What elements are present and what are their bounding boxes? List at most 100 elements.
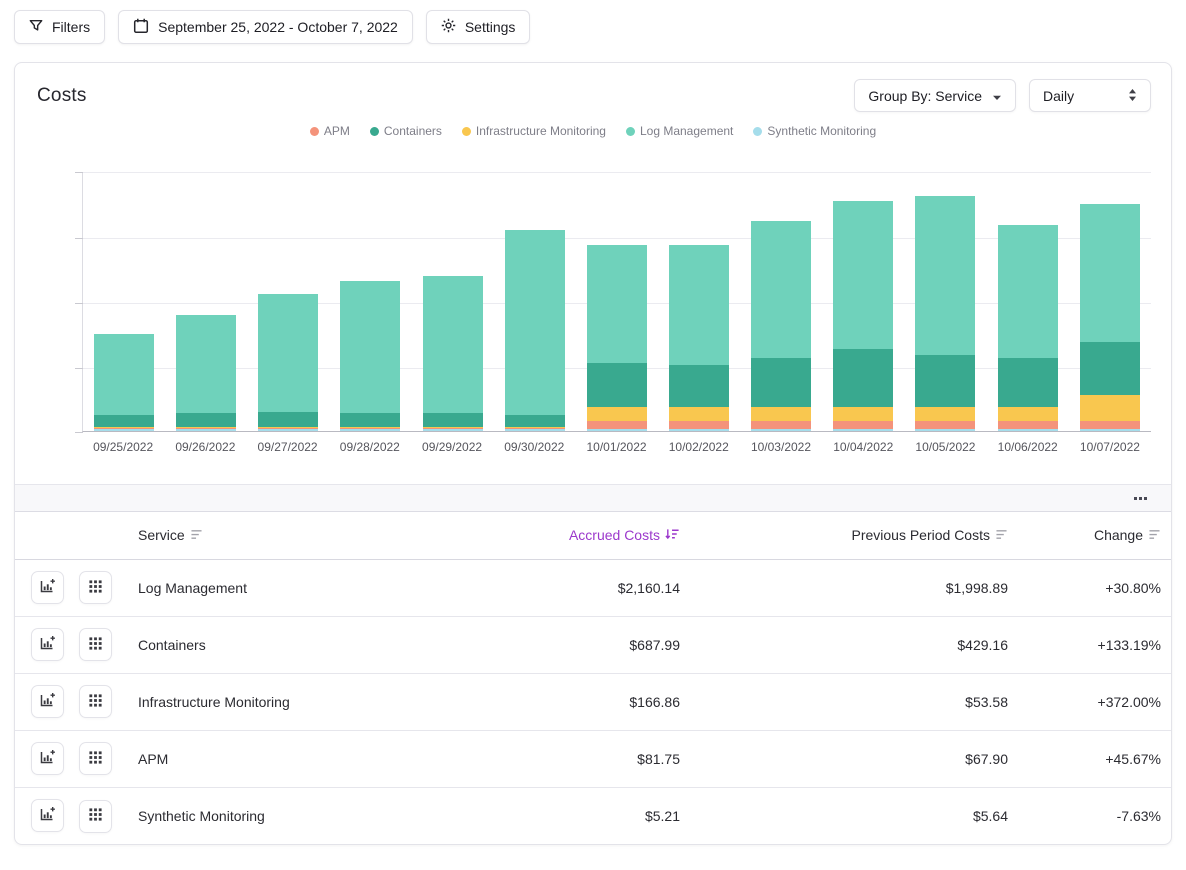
bar-segment[interactable] (751, 358, 811, 407)
export-to-dashboard-button[interactable] (31, 742, 64, 775)
bar-segment[interactable] (587, 407, 647, 421)
bar-segment[interactable] (1080, 429, 1140, 431)
bar-segment[interactable] (423, 429, 483, 431)
bar-segment[interactable] (1080, 395, 1140, 421)
stacked-bar[interactable] (833, 201, 893, 431)
bar-segment[interactable] (915, 355, 975, 407)
breakdown-grid-button[interactable] (79, 742, 112, 775)
stacked-bar[interactable] (423, 276, 483, 431)
stacked-bar[interactable] (176, 315, 236, 431)
table-row: Infrastructure Monitoring$166.86$53.58+3… (15, 673, 1171, 730)
filters-button[interactable]: Filters (14, 10, 105, 44)
bar-segment[interactable] (505, 429, 565, 431)
bar-segment[interactable] (998, 225, 1058, 358)
stacked-bar[interactable] (751, 221, 811, 431)
chart-legend: APM Containers Infrastructure Monitoring Lo… (15, 124, 1171, 138)
bar-segment[interactable] (94, 415, 154, 427)
bar-segment[interactable] (751, 221, 811, 358)
bar-segment[interactable] (669, 245, 729, 365)
export-to-dashboard-button[interactable] (31, 685, 64, 718)
bar-segment[interactable] (587, 421, 647, 429)
legend-item[interactable]: Containers (370, 124, 442, 138)
change-cell: +372.00% (1009, 673, 1171, 730)
accrued-costs-column-header[interactable]: Accrued Costs (445, 512, 681, 559)
date-range-button[interactable]: September 25, 2022 - October 7, 2022 (118, 10, 413, 44)
bar-segment[interactable] (998, 421, 1058, 429)
bar-segment[interactable] (94, 334, 154, 415)
bar-segment[interactable] (915, 196, 975, 355)
bar-segment[interactable] (833, 429, 893, 431)
bar-segment[interactable] (669, 407, 729, 421)
stacked-bar[interactable] (915, 196, 975, 431)
export-to-dashboard-button[interactable] (31, 799, 64, 832)
bar-segment[interactable] (833, 407, 893, 421)
legend-item[interactable]: Log Management (626, 124, 733, 138)
export-to-dashboard-button[interactable] (31, 628, 64, 661)
bar-segment[interactable] (915, 407, 975, 421)
more-menu-button[interactable] (1130, 493, 1151, 504)
bar-segment[interactable] (833, 201, 893, 349)
stacked-bar[interactable] (340, 281, 400, 431)
bar-segment[interactable] (1080, 342, 1140, 395)
breakdown-grid-button[interactable] (79, 800, 112, 833)
stacked-bar[interactable] (258, 294, 318, 431)
bar-segment[interactable] (833, 349, 893, 407)
bar-segment[interactable] (340, 413, 400, 427)
service-column-header[interactable]: Service (111, 512, 445, 559)
export-to-dashboard-button[interactable] (31, 571, 64, 604)
bar-segment[interactable] (94, 429, 154, 431)
stacked-bar[interactable] (587, 245, 647, 431)
bar-segment[interactable] (669, 429, 729, 431)
legend-dot-icon (626, 127, 635, 136)
bar-segment[interactable] (998, 407, 1058, 421)
stacked-bar[interactable] (505, 230, 565, 431)
stacked-bar[interactable] (998, 225, 1058, 431)
bar-segment[interactable] (669, 365, 729, 407)
accrued-costs-header-label: Accrued Costs (569, 527, 660, 543)
bar-segment[interactable] (176, 429, 236, 431)
bar-segment[interactable] (833, 421, 893, 429)
settings-button[interactable]: Settings (426, 10, 531, 44)
bar-segment[interactable] (587, 363, 647, 407)
bar-segment[interactable] (751, 429, 811, 431)
bar-segment[interactable] (1080, 421, 1140, 429)
bar-segment[interactable] (998, 358, 1058, 407)
legend-label: Containers (384, 124, 442, 138)
bar-segment[interactable] (751, 421, 811, 429)
bar-segment[interactable] (258, 429, 318, 431)
bar-segment[interactable] (176, 315, 236, 413)
bar-segment[interactable] (340, 281, 400, 413)
legend-label: APM (324, 124, 350, 138)
breakdown-grid-button[interactable] (79, 571, 112, 604)
legend-item[interactable]: Infrastructure Monitoring (462, 124, 606, 138)
bar-segment[interactable] (423, 413, 483, 427)
bar-segment[interactable] (340, 429, 400, 431)
interval-dropdown[interactable]: Daily (1029, 79, 1151, 112)
breakdown-grid-button[interactable] (79, 685, 112, 718)
bar-segment[interactable] (258, 412, 318, 427)
bar-segment[interactable] (669, 421, 729, 429)
breakdown-grid-button[interactable] (79, 628, 112, 661)
bar-segment[interactable] (587, 429, 647, 431)
group-by-dropdown[interactable]: Group By: Service (854, 79, 1016, 112)
bar-segment[interactable] (258, 294, 318, 412)
change-column-header[interactable]: Change (1009, 512, 1171, 559)
stacked-bar[interactable] (94, 334, 154, 431)
legend-item[interactable]: Synthetic Monitoring (753, 124, 876, 138)
bar-segment[interactable] (176, 413, 236, 427)
stacked-bar[interactable] (1080, 204, 1140, 431)
bar-segment[interactable] (915, 429, 975, 431)
previous-period-column-header[interactable]: Previous Period Costs (681, 512, 1009, 559)
x-axis-label: 10/07/2022 (1069, 440, 1151, 454)
bar-segment[interactable] (1080, 204, 1140, 342)
bar-segment[interactable] (587, 245, 647, 363)
bar-segment[interactable] (751, 407, 811, 421)
service-name-cell: Containers (111, 616, 445, 673)
legend-item[interactable]: APM (310, 124, 350, 138)
bar-segment[interactable] (505, 415, 565, 427)
bar-segment[interactable] (423, 276, 483, 413)
bar-segment[interactable] (915, 421, 975, 429)
bar-segment[interactable] (505, 230, 565, 415)
stacked-bar[interactable] (669, 245, 729, 431)
bar-segment[interactable] (998, 429, 1058, 431)
